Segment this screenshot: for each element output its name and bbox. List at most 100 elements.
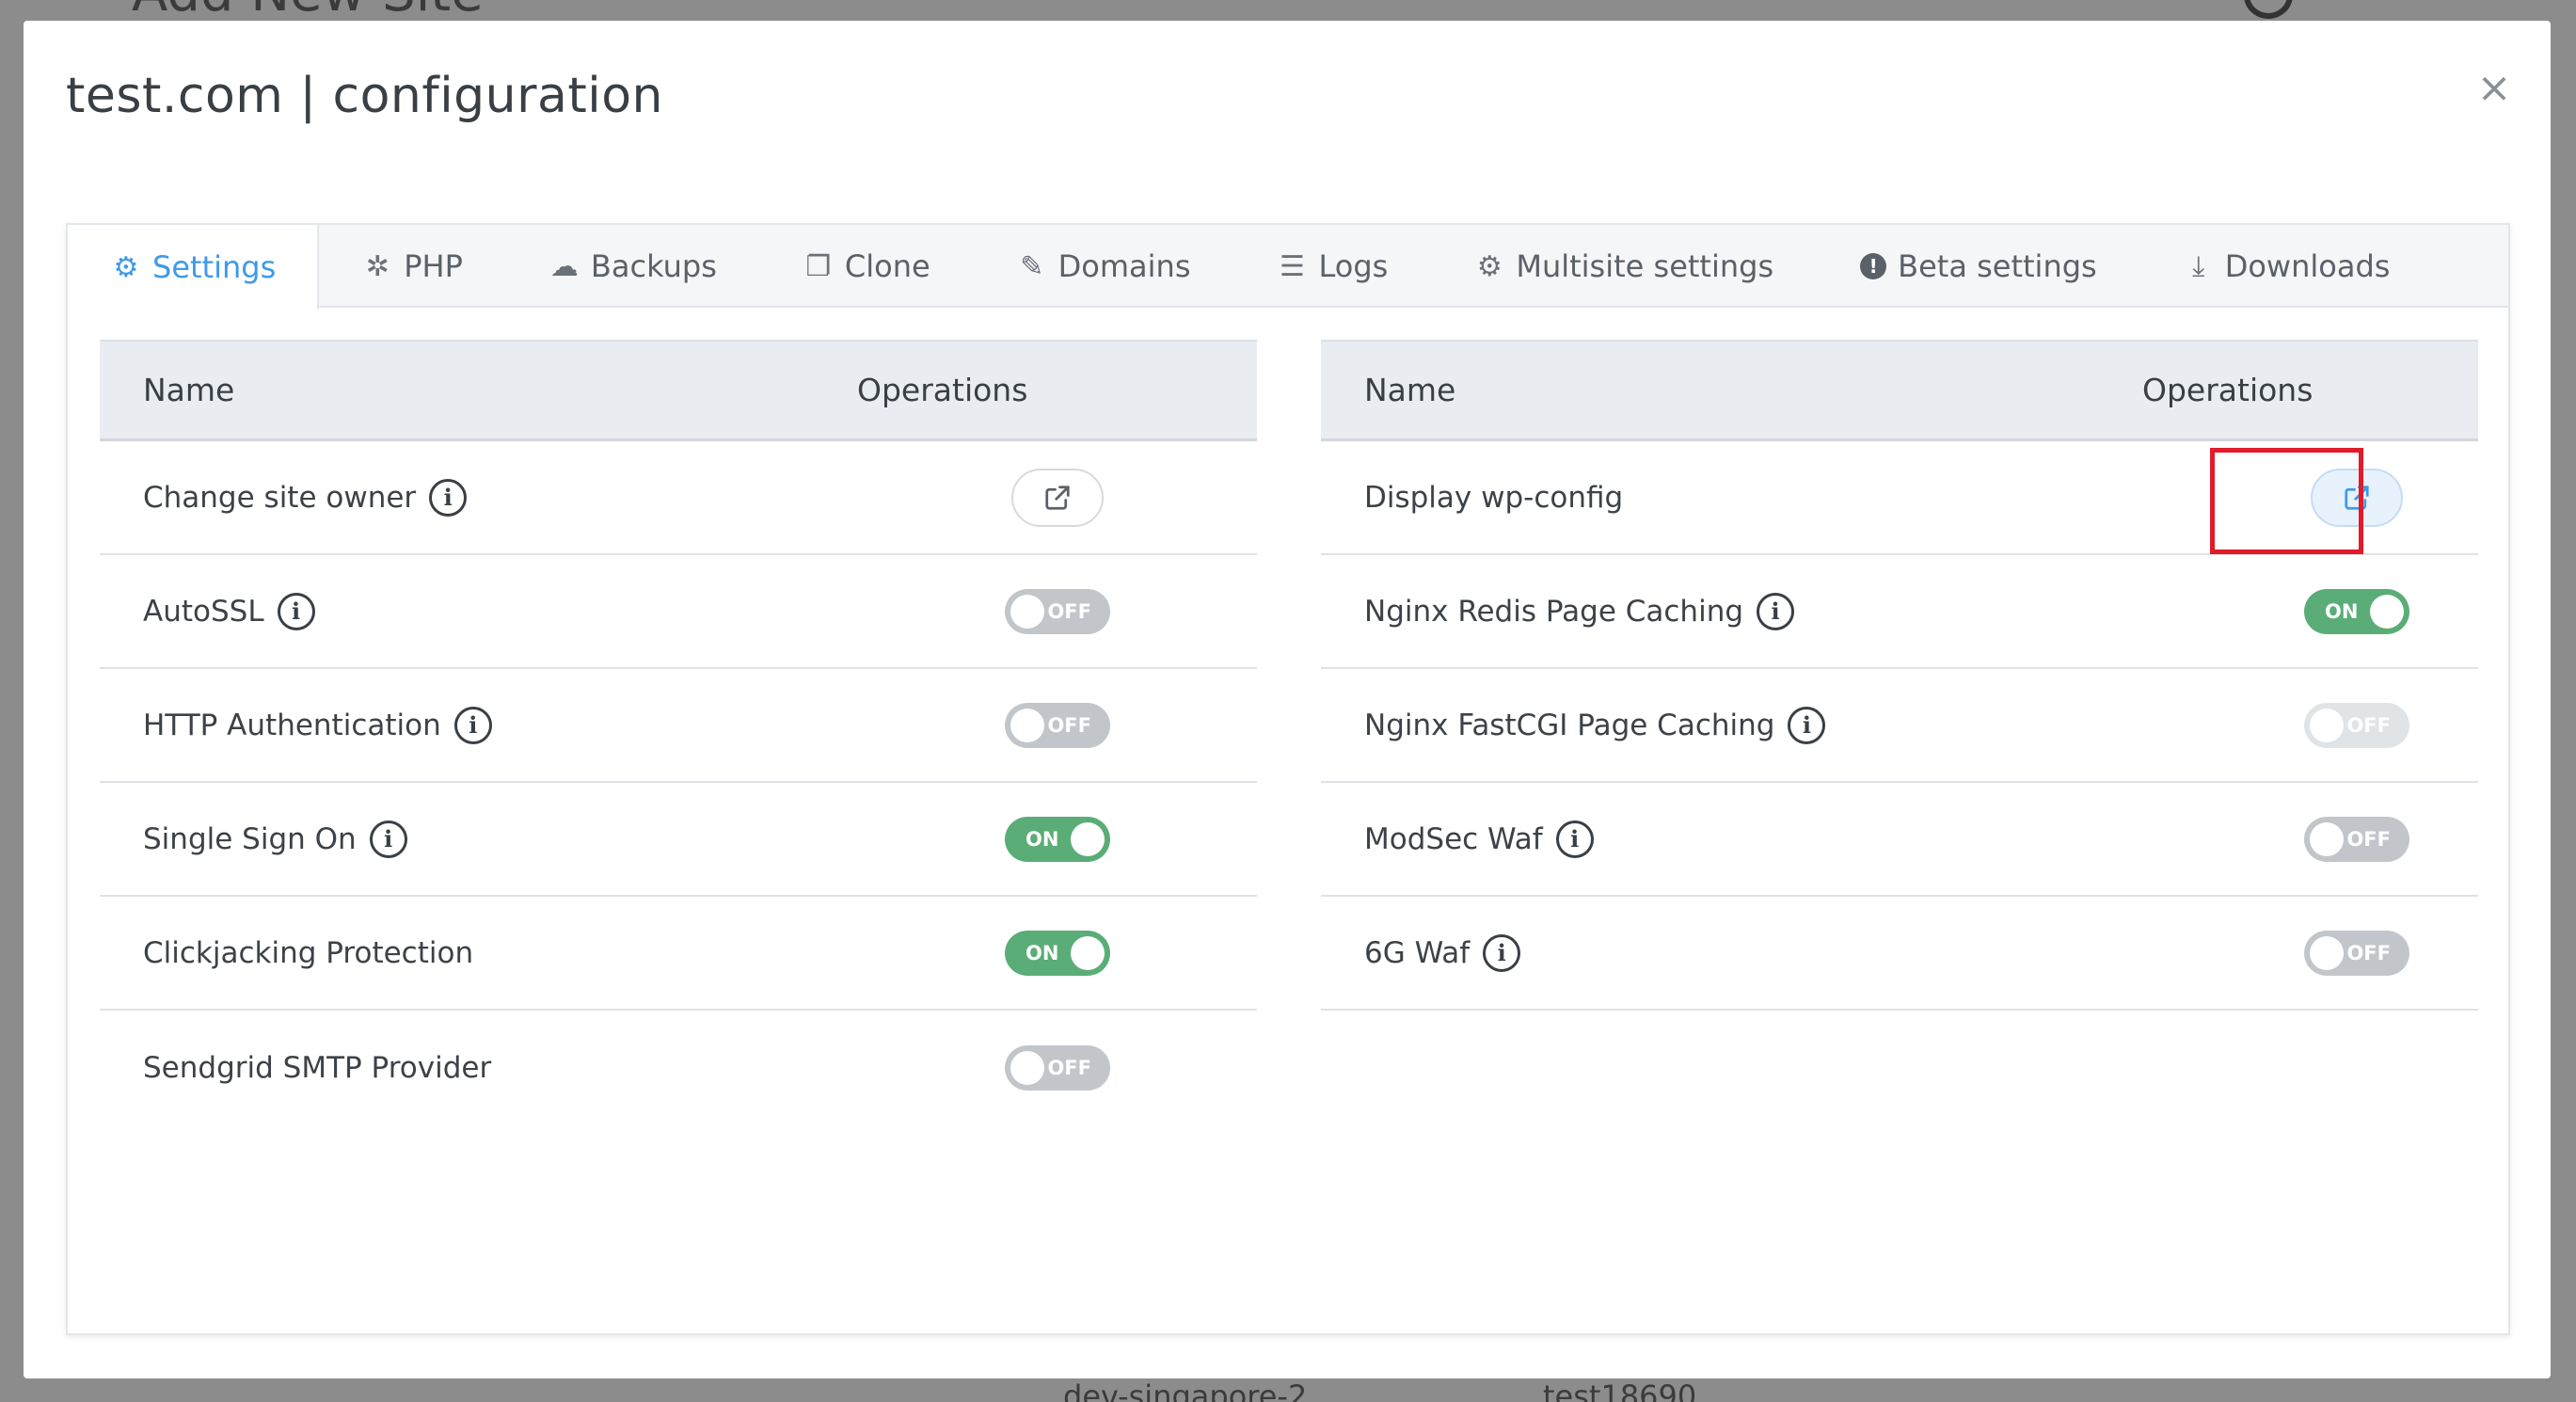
tab-label: Logs xyxy=(1318,248,1389,284)
setting-label: Display wp-config xyxy=(1364,480,1624,515)
alert-circle-icon: ! xyxy=(1860,253,1887,279)
tab-label: Beta settings xyxy=(1898,248,2097,284)
info-icon[interactable]: i xyxy=(1757,592,1795,630)
setting-clickjacking-protection: Clickjacking Protection xyxy=(143,936,473,970)
info-icon[interactable]: i xyxy=(369,820,407,858)
toggle-knob xyxy=(1010,1050,1044,1085)
toggle-state: OFF xyxy=(1047,599,1091,623)
tab-beta-settings[interactable]: ! Beta settings xyxy=(1817,225,2140,308)
column-header-name: Name xyxy=(143,372,235,408)
operation-cell: OFF xyxy=(1005,702,1110,748)
configuration-panel: ⚙ Settings ✲ PHP ☁ Backups ❐ Clone ✎ Domains ☰ Logs… xyxy=(66,223,2510,1335)
setting-http-authentication: HTTP Authentication i xyxy=(143,706,492,744)
external-link-icon xyxy=(1043,484,1072,512)
clickjacking-protection-toggle[interactable]: ON xyxy=(1005,930,1110,976)
toggle-state: OFF xyxy=(1047,713,1091,737)
background-cell-user: test18690 xyxy=(1543,1378,1697,1402)
6g-waf-toggle[interactable]: OFF xyxy=(2304,930,2409,976)
tab-label: Domains xyxy=(1057,248,1191,284)
change-site-owner-open-button[interactable] xyxy=(1011,468,1104,527)
toggle-knob xyxy=(1071,935,1105,970)
tab-bar: ⚙ Settings ✲ PHP ☁ Backups ❐ Clone ✎ Domains ☰ Logs… xyxy=(68,225,2508,310)
sparkle-icon: ✲ xyxy=(365,249,390,283)
setting-label: HTTP Authentication xyxy=(143,708,441,742)
toggle-knob xyxy=(1010,594,1044,629)
table-row: HTTP Authentication i OFF xyxy=(100,669,1257,783)
info-icon[interactable]: i xyxy=(429,478,468,517)
setting-modsec-waf: ModSec Waf i xyxy=(1364,820,1594,858)
table-row: Single Sign On i ON xyxy=(100,783,1257,897)
single-sign-on-toggle[interactable]: ON xyxy=(1005,816,1110,862)
tab-label: Backups xyxy=(590,248,717,284)
autossl-toggle[interactable]: OFF xyxy=(1005,588,1110,634)
file-icon: ☰ xyxy=(1280,249,1305,283)
close-icon[interactable]: × xyxy=(2475,68,2513,109)
gear-icon: ⚙ xyxy=(113,250,139,284)
setting-label: Nginx FastCGI Page Caching xyxy=(1364,708,1775,742)
toggle-state: OFF xyxy=(1047,1056,1091,1079)
table-row: Nginx Redis Page Caching i ON xyxy=(1321,555,2478,669)
info-icon[interactable]: i xyxy=(1555,820,1594,858)
column-header-name: Name xyxy=(1364,372,1456,408)
setting-6g-waf: 6G Waf i xyxy=(1364,933,1521,972)
cloud-icon: ☁ xyxy=(549,249,579,283)
operation-cell: ON xyxy=(1005,816,1110,862)
operation-cell: ON xyxy=(2304,588,2409,634)
settings-table-left: Name Operations Change site owner i AutoSS… xyxy=(100,340,1257,1124)
toggle-knob xyxy=(2310,708,2344,742)
setting-label: Nginx Redis Page Caching xyxy=(1364,594,1744,629)
tab-settings[interactable]: ⚙ Settings xyxy=(68,225,320,310)
toggle-knob xyxy=(1071,821,1105,856)
tab-downloads[interactable]: ⤓ Downloads xyxy=(2140,225,2434,308)
table-header: Name Operations xyxy=(1321,340,2478,441)
tab-label: PHP xyxy=(404,248,463,284)
tab-backups[interactable]: ☁ Backups xyxy=(506,225,760,308)
setting-nginx-fastcgi-page-caching: Nginx FastCGI Page Caching i xyxy=(1364,706,1826,744)
column-header-operations: Operations xyxy=(857,372,1028,408)
background-cell-server: dev-singapore-2 xyxy=(1063,1378,1308,1402)
toggle-state: ON xyxy=(2325,599,2359,623)
table-row: Change site owner i xyxy=(100,441,1257,555)
edit-icon: ✎ xyxy=(1020,249,1044,283)
toggle-knob xyxy=(2310,935,2344,970)
table-row: Sendgrid SMTP Provider OFF xyxy=(100,1011,1257,1124)
tab-label: Settings xyxy=(152,249,277,285)
tab-multisite-settings[interactable]: ⚙ Multisite settings xyxy=(1431,225,1817,308)
nginx-redis-page-caching-toggle[interactable]: ON xyxy=(2304,588,2409,634)
tab-php[interactable]: ✲ PHP xyxy=(319,225,506,308)
setting-nginx-redis-page-caching: Nginx Redis Page Caching i xyxy=(1364,592,1795,630)
http-authentication-toggle[interactable]: OFF xyxy=(1005,702,1110,748)
toggle-state: ON xyxy=(1026,827,1059,851)
toggle-knob xyxy=(2370,594,2404,629)
tab-label: Downloads xyxy=(2224,248,2391,284)
tab-logs[interactable]: ☰ Logs xyxy=(1234,225,1432,308)
info-icon[interactable]: i xyxy=(453,706,492,744)
sendgrid-smtp-provider-toggle[interactable]: OFF xyxy=(1005,1044,1110,1091)
info-icon[interactable]: i xyxy=(1788,706,1826,744)
toggle-knob xyxy=(2310,821,2344,856)
table-row: 6G Waf i OFF xyxy=(1321,897,2478,1011)
setting-label: AutoSSL xyxy=(143,594,264,629)
tab-domains[interactable]: ✎ Domains xyxy=(974,225,1234,308)
table-row: Clickjacking Protection ON xyxy=(100,897,1257,1011)
operation-cell: OFF xyxy=(2304,702,2409,748)
configuration-modal: test.com | configuration × ⚙ Settings ✲ PHP… xyxy=(24,21,2551,1378)
setting-single-sign-on: Single Sign On i xyxy=(143,820,407,858)
info-icon[interactable]: i xyxy=(1483,933,1521,972)
operation-cell: OFF xyxy=(1005,1044,1110,1091)
settings-table-right: Name Operations Display wp-config Nginx R… xyxy=(1321,340,2478,1011)
table-header: Name Operations xyxy=(100,340,1257,441)
setting-display-wp-config: Display wp-config xyxy=(1364,481,1623,515)
info-icon[interactable]: i xyxy=(277,592,315,630)
operation-cell: OFF xyxy=(2304,930,2409,976)
setting-label: ModSec Waf xyxy=(1364,821,1543,856)
table-row: Nginx FastCGI Page Caching i OFF xyxy=(1321,669,2478,783)
operation-cell: OFF xyxy=(2304,816,2409,862)
help-icon xyxy=(2244,0,2293,19)
setting-autossl: AutoSSL i xyxy=(143,592,315,630)
modsec-waf-toggle[interactable]: OFF xyxy=(2304,816,2409,862)
tab-clone[interactable]: ❐ Clone xyxy=(760,225,974,308)
setting-label: Sendgrid SMTP Provider xyxy=(143,1050,492,1085)
table-row: AutoSSL i OFF xyxy=(100,555,1257,669)
setting-change-site-owner: Change site owner i xyxy=(143,478,468,517)
